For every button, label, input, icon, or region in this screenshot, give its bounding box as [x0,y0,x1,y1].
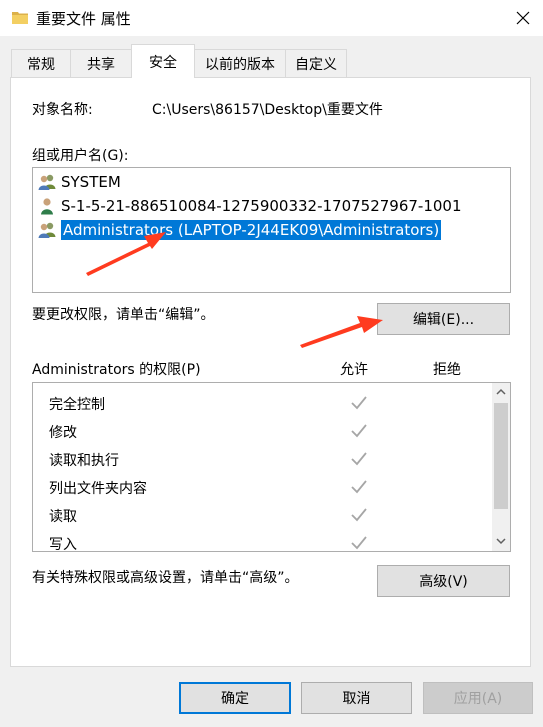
cancel-button[interactable]: 取消 [301,682,412,714]
permission-name: 读取和执行 [49,453,119,469]
deny-header: 拒绝 [433,362,461,378]
user-item-label: SYSTEM [61,173,121,191]
permission-row: 写入 [49,529,489,552]
tab-general[interactable]: 常规 [11,49,71,77]
tab-previous-versions[interactable]: 以前的版本 [194,49,286,77]
check-icon [351,480,367,494]
user-item-administrators[interactable]: Administrators (LAPTOP-2J44EK09\Administ… [37,219,442,241]
user-item-system[interactable]: SYSTEM [37,171,121,193]
permission-name: 读取 [49,509,77,525]
check-icon [351,396,367,410]
change-permission-hint: 要更改权限，请单击“编辑”。 [32,307,215,323]
permission-name: 修改 [49,425,77,441]
user-group-icon [38,222,56,238]
permission-row: 修改 [49,417,489,445]
check-icon [351,424,367,438]
user-group-icon [38,174,56,190]
edit-button[interactable]: 编辑(E)... [377,303,510,335]
tab-sharing[interactable]: 共享 [70,49,132,77]
permission-name: 列出文件夹内容 [49,481,147,497]
permission-row: 完全控制 [49,389,489,417]
ok-button[interactable]: 确定 [179,682,291,714]
user-item-sid[interactable]: S-1-5-21-886510084-1275900332-1707527967… [37,195,462,217]
check-icon [351,536,367,550]
scroll-thumb[interactable] [494,403,508,509]
check-icon [351,452,367,466]
scroll-up-icon[interactable] [496,388,506,396]
tab-customize[interactable]: 自定义 [285,49,347,77]
permission-list[interactable]: 完全控制 修改 读取和执行 列出文件夹内容 读取 写入 [32,382,511,552]
advanced-button[interactable]: 高级(V) [377,565,510,597]
permission-row: 读取和执行 [49,445,489,473]
folder-icon [12,12,28,24]
user-list[interactable]: SYSTEM S-1-5-21-886510084-1275900332-170… [32,167,511,293]
close-icon [516,11,530,25]
allow-header: 允许 [340,362,368,378]
tab-security[interactable]: 安全 [131,44,195,78]
permission-name: 完全控制 [49,397,105,413]
user-icon [41,198,53,215]
permissions-title: Administrators 的权限(P) [32,362,201,378]
user-item-label: Administrators (LAPTOP-2J44EK09\Administ… [61,220,442,240]
window-title: 重要文件 属性 [36,10,131,28]
group-user-label: 组或用户名(G): [32,148,129,164]
scroll-down-icon[interactable] [496,537,506,545]
close-button[interactable] [505,2,541,34]
permission-row: 读取 [49,501,489,529]
permission-scrollbar[interactable] [492,383,510,551]
advanced-hint: 有关特殊权限或高级设置，请单击“高级”。 [32,570,299,586]
check-icon [351,508,367,522]
permission-name: 写入 [49,537,77,552]
permission-row: 列出文件夹内容 [49,473,489,501]
object-name-label: 对象名称: [32,102,93,118]
user-item-label: S-1-5-21-886510084-1275900332-1707527967… [61,197,462,215]
object-name-value: C:\Users\86157\Desktop\重要文件 [152,102,383,118]
apply-button[interactable]: 应用(A) [423,682,533,714]
